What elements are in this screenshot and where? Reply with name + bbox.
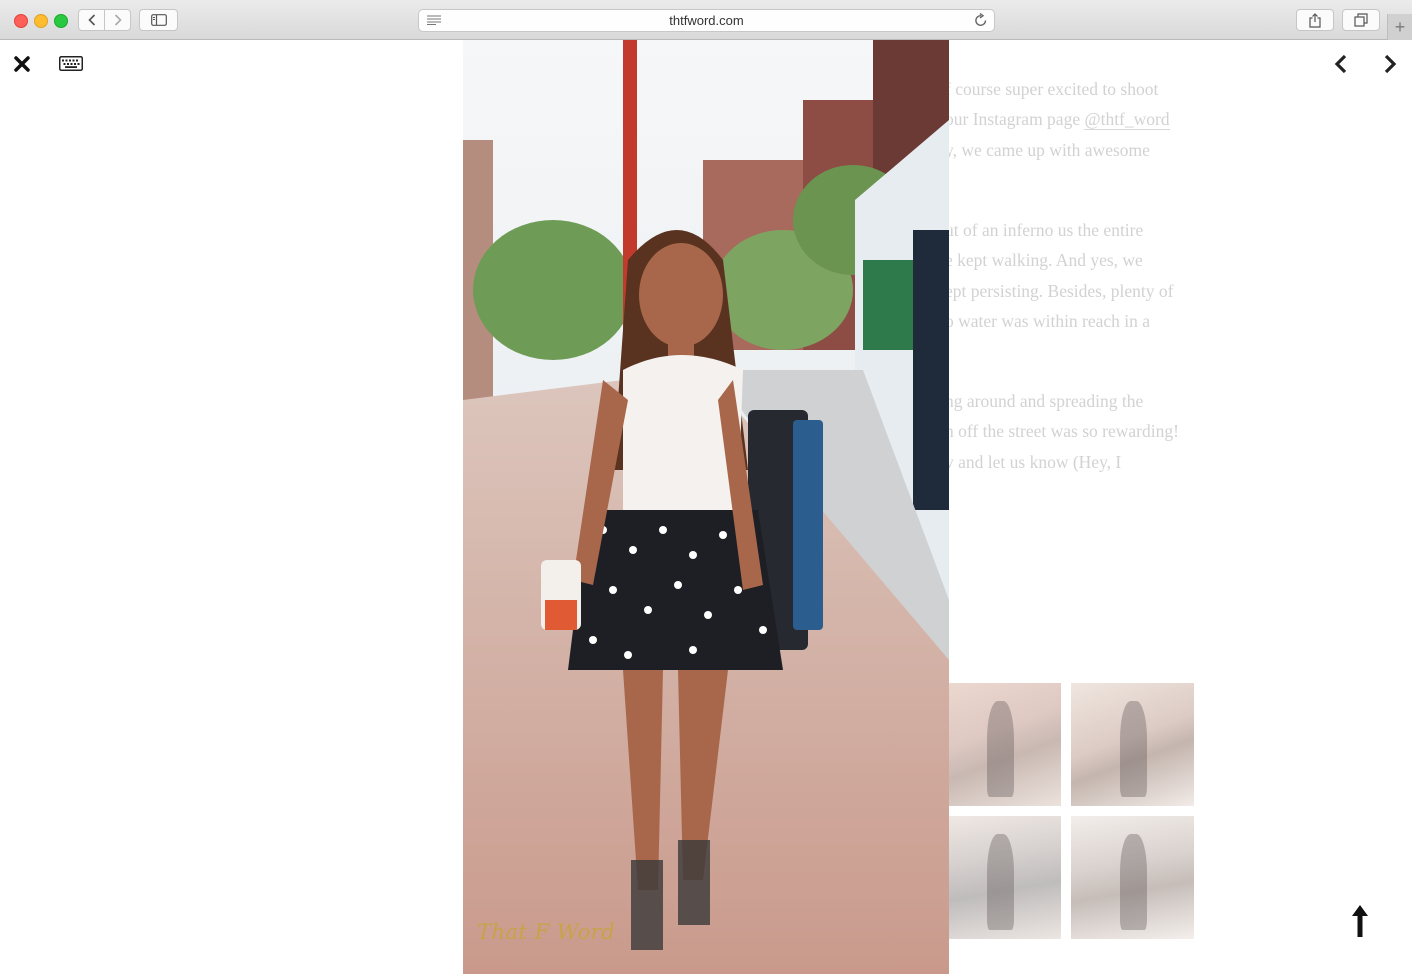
lightbox-close-button[interactable] xyxy=(12,54,32,74)
next-image-button[interactable] xyxy=(1381,53,1399,75)
text-line: y, we came up with awesome xyxy=(945,139,1150,160)
gallery-thumbnail[interactable] xyxy=(938,683,1061,806)
text-line: ng around and spreading the xyxy=(945,391,1144,411)
plus-icon: + xyxy=(1394,17,1406,37)
show-tabs-button[interactable] xyxy=(1342,9,1380,31)
instagram-handle-link[interactable]: @thtf_word xyxy=(1084,109,1170,131)
new-tab-button[interactable]: + xyxy=(1387,14,1412,40)
text-line: f course super excited to shoot xyxy=(945,79,1159,99)
share-button[interactable] xyxy=(1296,9,1334,31)
address-bar[interactable]: thtfword.com xyxy=(418,9,995,32)
window-close-button[interactable] xyxy=(14,14,28,28)
reload-icon[interactable] xyxy=(974,13,988,28)
sidebar-icon xyxy=(150,14,167,26)
close-icon xyxy=(14,56,30,72)
text-line: o water was within reach in a xyxy=(945,310,1151,331)
text-line: v and let us know (Hey, I xyxy=(945,451,1122,472)
gallery-thumbnail[interactable] xyxy=(1071,816,1194,939)
article-paragraph-2: ut of an inferno us the entire e kept wa… xyxy=(945,215,1215,336)
forward-button[interactable] xyxy=(104,9,131,31)
photo-illustration xyxy=(463,40,949,974)
arrow-up-icon xyxy=(1352,905,1368,937)
sidebar-toggle-button[interactable] xyxy=(139,9,178,31)
tabs-icon xyxy=(1354,13,1368,27)
article-paragraph-1: f course super excited to shoot our Inst… xyxy=(945,74,1215,165)
back-button[interactable] xyxy=(78,9,105,31)
share-icon xyxy=(1309,12,1321,28)
text-line: n off the street was so rewarding! xyxy=(945,421,1179,442)
text-line: our Instagram page xyxy=(945,109,1085,130)
chevron-right-icon xyxy=(114,14,122,26)
chevron-left-icon xyxy=(87,14,95,26)
text-line: ept persisting. Besides, plenty of xyxy=(945,280,1174,301)
chevron-right-icon xyxy=(1384,54,1397,74)
window-minimize-button[interactable] xyxy=(34,14,48,28)
text-line: ut of an inferno us the entire xyxy=(945,220,1144,240)
window-zoom-button[interactable] xyxy=(54,14,68,28)
url-text: thtfword.com xyxy=(669,13,744,28)
gallery-thumbnail[interactable] xyxy=(938,816,1061,939)
gallery-thumbnail[interactable] xyxy=(1071,683,1194,806)
keyboard-shortcuts-button[interactable] xyxy=(59,56,83,71)
text-line: e kept walking. And yes, we xyxy=(945,250,1143,271)
scroll-to-top-button[interactable] xyxy=(1349,903,1371,939)
keyboard-icon xyxy=(59,56,83,71)
lightbox-photo: That F Word xyxy=(463,40,949,974)
browser-toolbar: thtfword.com + xyxy=(0,0,1412,40)
photo-watermark: That F Word xyxy=(477,920,616,944)
chevron-left-icon xyxy=(1334,54,1347,74)
article-paragraph-3: ng around and spreading the n off the st… xyxy=(945,386,1215,477)
previous-image-button[interactable] xyxy=(1332,53,1350,75)
